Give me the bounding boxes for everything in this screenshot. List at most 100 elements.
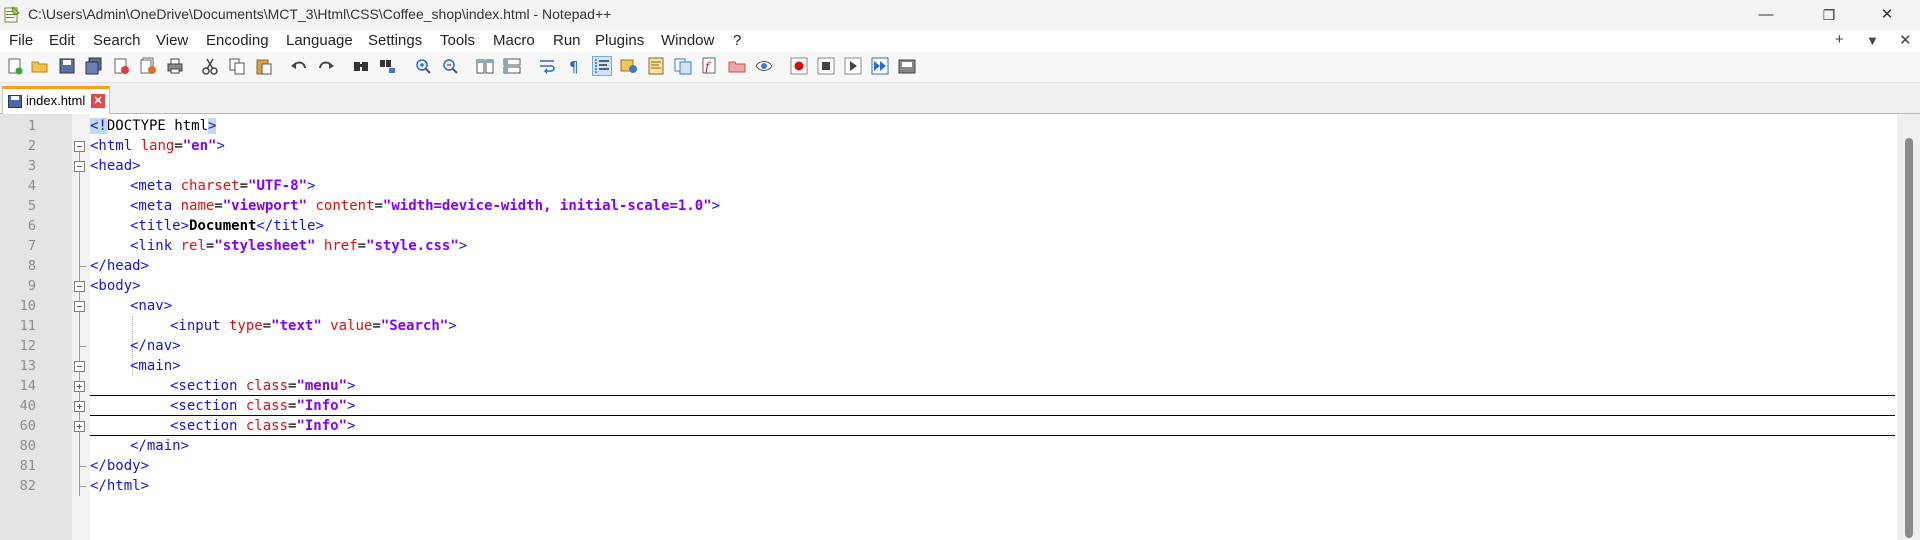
tag-token: </html> xyxy=(90,478,150,494)
menu-run[interactable]: Run xyxy=(553,32,581,49)
tag-token: > xyxy=(216,138,225,154)
close-document-icon[interactable]: ✕ xyxy=(1899,31,1912,49)
line-number: 11 xyxy=(19,318,36,334)
tag-token: <meta xyxy=(130,178,173,194)
fold-head-icon[interactable] xyxy=(74,161,85,172)
code-line-8: </head> xyxy=(90,256,149,276)
menu-file[interactable]: File xyxy=(9,32,33,49)
attr-token: value xyxy=(321,318,373,334)
tab-close-icon[interactable]: ✕ xyxy=(91,94,105,108)
menu-help[interactable]: ? xyxy=(733,32,741,49)
line-number: 14 xyxy=(19,378,36,394)
menu-plugins[interactable]: Plugins xyxy=(595,32,644,49)
menu-settings[interactable]: Settings xyxy=(368,32,422,49)
menu-language[interactable]: Language xyxy=(286,32,353,49)
menu-edit[interactable]: Edit xyxy=(49,32,75,49)
menu-tools[interactable]: Tools xyxy=(440,32,475,49)
word-wrap-icon[interactable] xyxy=(538,57,556,75)
value-token: "width=device-width, initial-scale=1.0" xyxy=(382,198,712,214)
sync-vertical-icon[interactable] xyxy=(476,57,494,75)
print-icon[interactable] xyxy=(166,57,184,75)
tag-token: </title> xyxy=(256,218,324,234)
replace-icon[interactable] xyxy=(379,57,397,75)
fold-nav-icon[interactable] xyxy=(74,301,85,312)
doctype-text: DOCTYPE html xyxy=(106,118,209,134)
open-file-icon[interactable] xyxy=(31,57,49,75)
line-number: 81 xyxy=(19,458,36,474)
function-list-icon[interactable] xyxy=(674,57,692,75)
fold-guide xyxy=(79,152,80,396)
tab-index-html[interactable]: index.html ✕ xyxy=(2,86,110,114)
copy-icon[interactable] xyxy=(228,57,246,75)
code-line-14: <section class="menu"> xyxy=(170,376,355,396)
undo-icon[interactable] xyxy=(290,57,308,75)
close-button[interactable]: ✕ xyxy=(1864,0,1910,30)
fold-html-icon[interactable] xyxy=(74,141,85,152)
attr-token: type xyxy=(220,318,263,334)
record-macro-icon[interactable] xyxy=(790,57,808,75)
cut-icon[interactable] xyxy=(201,57,219,75)
save-all-icon[interactable] xyxy=(85,57,103,75)
close-all-icon[interactable] xyxy=(139,57,157,75)
folder-workspace-icon[interactable]: f xyxy=(701,57,719,75)
close-icon[interactable] xyxy=(112,57,130,75)
attr-token: class xyxy=(237,378,289,394)
unfold-section-info-icon[interactable] xyxy=(74,401,85,412)
scrollbar-thumb[interactable] xyxy=(1905,138,1913,538)
editor[interactable]: 1 2 3 4 5 6 7 8 9 10 11 12 13 14 40 60 8… xyxy=(0,114,1920,540)
toolbar: ¶ f xyxy=(0,52,1920,83)
unfold-section-menu-icon[interactable] xyxy=(74,381,85,392)
save-macro-icon[interactable] xyxy=(898,57,916,75)
fold-end-marker xyxy=(79,266,86,267)
tab-bar: index.html ✕ xyxy=(0,83,1920,114)
find-icon[interactable] xyxy=(352,57,370,75)
redo-icon[interactable] xyxy=(317,57,335,75)
minimize-button[interactable]: — xyxy=(1743,0,1789,30)
tab-list-dropdown-icon[interactable]: ▼ xyxy=(1866,33,1879,48)
value-token: "Search" xyxy=(380,318,449,334)
notepadpp-app-icon[interactable] xyxy=(4,6,20,23)
paste-icon[interactable] xyxy=(255,57,273,75)
menu-encoding[interactable]: Encoding xyxy=(206,32,269,49)
menu-window[interactable]: Window xyxy=(661,32,714,49)
code-line-13: <main> xyxy=(130,356,181,376)
run-macro-multiple-icon[interactable] xyxy=(871,57,889,75)
code-line-3: <head> xyxy=(90,156,141,176)
doc-map-icon[interactable] xyxy=(647,57,665,75)
menu-macro[interactable]: Macro xyxy=(493,32,535,49)
indent-guide-icon[interactable] xyxy=(592,56,612,76)
sync-horizontal-icon[interactable] xyxy=(503,57,521,75)
restore-button[interactable]: ❐ xyxy=(1806,0,1852,30)
equals-token: = xyxy=(174,138,183,154)
code-line-10: <nav> xyxy=(130,296,172,316)
play-macro-icon[interactable] xyxy=(844,57,862,75)
fold-main-icon[interactable] xyxy=(74,361,85,372)
line-number: 6 xyxy=(27,218,36,234)
unfold-section-info-icon[interactable] xyxy=(74,421,85,432)
indent-guide xyxy=(132,316,133,336)
zoom-out-icon[interactable] xyxy=(441,57,459,75)
value-token: "menu" xyxy=(296,378,348,394)
save-icon[interactable] xyxy=(58,57,76,75)
value-token: "text" xyxy=(271,318,322,334)
attr-token: href xyxy=(315,238,358,254)
eye-icon[interactable] xyxy=(755,57,773,75)
new-tab-plus-icon[interactable]: + xyxy=(1835,31,1844,48)
menu-view[interactable]: View xyxy=(156,32,188,49)
line-number: 3 xyxy=(27,158,36,174)
udl-icon[interactable] xyxy=(620,57,638,75)
value-token: "Info" xyxy=(296,418,348,434)
show-all-chars-icon[interactable]: ¶ xyxy=(565,57,583,75)
fold-margin xyxy=(72,114,90,540)
equals-token: = xyxy=(374,198,383,214)
code-line-40: <section class="Info"> xyxy=(170,396,355,416)
zoom-in-icon[interactable] xyxy=(414,57,432,75)
monitoring-icon[interactable] xyxy=(728,57,746,75)
code-area[interactable]: <!DOCTYPE html> <html lang="en"> <head> … xyxy=(90,114,1895,540)
text-token: Document xyxy=(189,218,257,234)
stop-record-icon[interactable] xyxy=(817,57,835,75)
new-file-icon[interactable] xyxy=(6,57,24,75)
fold-body-icon[interactable] xyxy=(74,281,85,292)
tag-token: <link xyxy=(130,238,173,254)
menu-search[interactable]: Search xyxy=(93,32,141,49)
